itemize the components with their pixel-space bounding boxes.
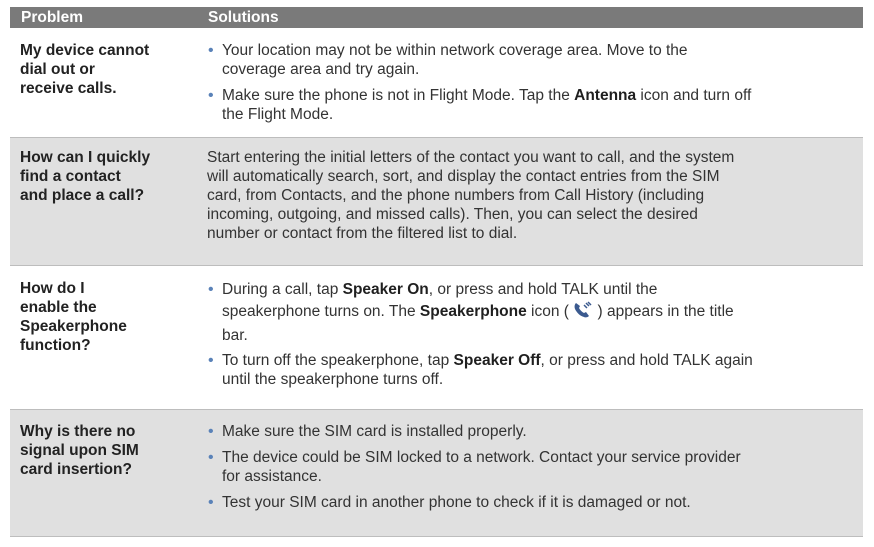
solution-cell: Start entering the initial letters of th…: [207, 149, 735, 242]
bullet-dot: •: [208, 494, 214, 511]
speakerphone-icon: [573, 301, 593, 325]
troubleshooting-table: Problem Solutions My device cannot dial …: [10, 7, 863, 537]
solution-cell: • During a call, tap Speaker On, or pres…: [207, 279, 863, 409]
list-item: • To turn off the speakerphone, tap Spea…: [208, 352, 753, 388]
solution-cell: • Your location may not be within networ…: [207, 41, 863, 137]
list-item: • Your location may not be within networ…: [208, 42, 688, 78]
header-solutions: Solutions: [208, 9, 279, 26]
list-item: • Make sure the SIM card is installed pr…: [208, 423, 527, 440]
problem-cell: How do I enable the Speakerphone functio…: [20, 280, 127, 354]
list-item: • The device could be SIM locked to a ne…: [208, 449, 741, 485]
table-header: Problem Solutions: [10, 7, 863, 28]
list-item: • During a call, tap Speaker On, or pres…: [208, 281, 734, 344]
bullet-dot: •: [208, 352, 214, 369]
bullet-dot: •: [208, 42, 214, 59]
solution-cell: • Make sure the SIM card is installed pr…: [207, 422, 863, 536]
problem-cell: Why is there no signal upon SIM card ins…: [20, 423, 139, 478]
table-row: My device cannot dial out or receive cal…: [10, 28, 863, 137]
table-row: Why is there no signal upon SIM card ins…: [10, 410, 863, 536]
table-row: How do I enable the Speakerphone functio…: [10, 266, 863, 409]
bullet-dot: •: [208, 281, 214, 298]
bullet-dot: •: [208, 423, 214, 440]
bullet-dot: •: [208, 449, 214, 466]
problem-cell: My device cannot dial out or receive cal…: [20, 42, 150, 97]
table-row: How can I quickly find a contact and pla…: [10, 138, 863, 265]
problem-cell: How can I quickly find a contact and pla…: [20, 149, 151, 204]
list-item: • Make sure the phone is not in Flight M…: [208, 87, 752, 123]
list-item: • Test your SIM card in another phone to…: [208, 494, 691, 511]
header-problem: Problem: [21, 9, 84, 26]
bullet-dot: •: [208, 87, 214, 104]
row-divider: [10, 536, 863, 537]
